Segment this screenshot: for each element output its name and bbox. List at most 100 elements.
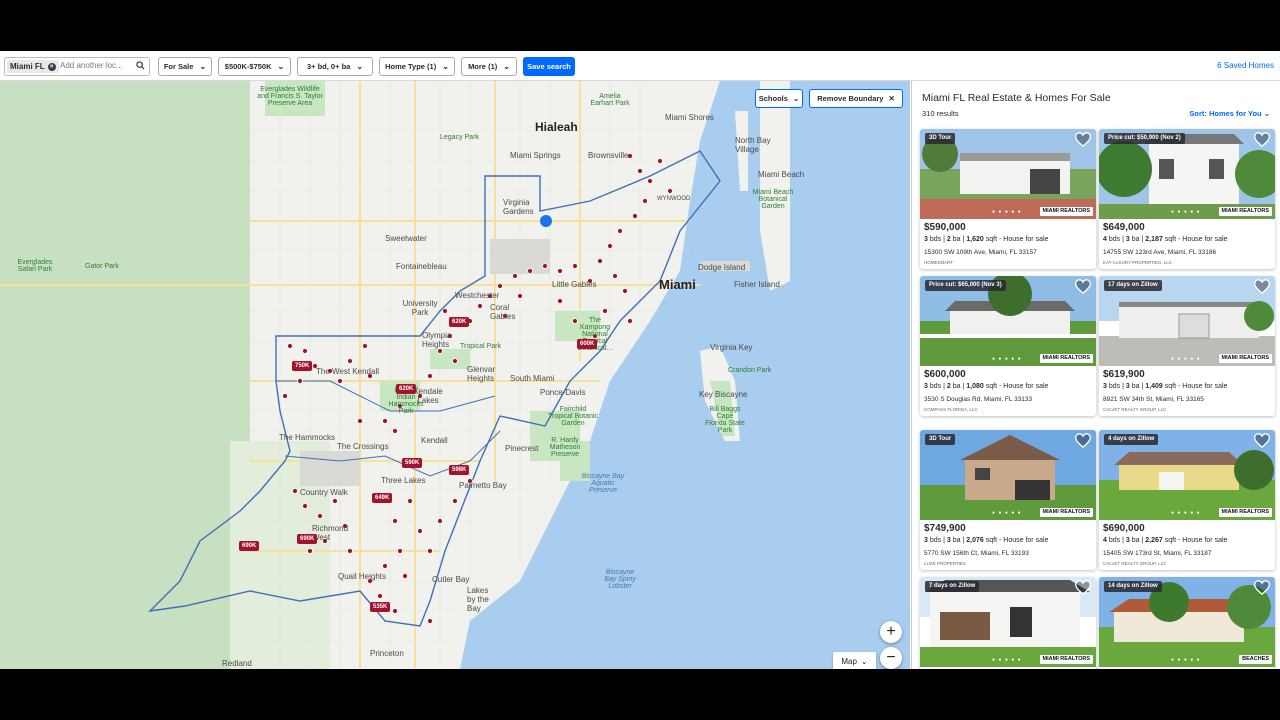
listing-price: $649,000	[1103, 222, 1145, 233]
price-pin[interactable]: 750K	[292, 361, 313, 371]
saved-homes-link[interactable]: 6 Saved Homes	[1217, 61, 1274, 70]
heart-icon[interactable]	[1254, 580, 1270, 595]
map-label: Country Walk	[300, 488, 348, 497]
remove-chip-icon[interactable]: ×	[47, 62, 56, 71]
location-input[interactable]: Add another loc...	[60, 61, 123, 70]
sort-dropdown[interactable]: Sort: Homes for You ⌄	[1189, 109, 1270, 118]
price-filter[interactable]: $500K-$750K ⌄	[218, 57, 291, 76]
heart-icon[interactable]	[1075, 132, 1091, 147]
map-label: Redland	[222, 659, 252, 668]
listing-badge: 17 days on Zillow	[1104, 280, 1162, 291]
listing-address[interactable]: 15405 SW 173rd St, Miami, FL 33187	[1103, 550, 1212, 557]
park-label: Legacy Park	[440, 134, 479, 141]
zoom-in-button[interactable]: +	[880, 621, 902, 643]
heart-icon[interactable]	[1254, 279, 1270, 294]
park-label: Fairchild Tropical Botanic Garden	[548, 406, 598, 427]
more-filter[interactable]: More (1) ⌄	[461, 57, 517, 76]
photo-dots: ● ● ● ● ●	[1171, 209, 1201, 215]
map-type-selector[interactable]: Map ⌄	[833, 652, 876, 669]
chevron-down-icon: ⌄	[503, 62, 510, 71]
map-label: Hialeah	[535, 120, 578, 134]
search-icon[interactable]	[136, 61, 145, 72]
heart-icon[interactable]	[1075, 279, 1091, 294]
heart-icon[interactable]	[1254, 433, 1270, 448]
listing-broker: HOMESMART	[924, 260, 954, 265]
location-chip[interactable]: Miami FL ×	[7, 60, 59, 73]
map-view[interactable]: Hialeah Miami Miami Shores North Bay Vil…	[0, 81, 910, 669]
listing-address[interactable]: 8921 SW 34th St, Miami, FL 33165	[1103, 396, 1204, 403]
listing-address[interactable]: 3530 S Douglas Rd, Miami, FL 33133	[924, 396, 1032, 403]
listing-meta: 4 bds | 3 ba | 2,267 sqft - House for sa…	[1103, 537, 1228, 544]
map-label: South Miami	[510, 374, 555, 383]
listing-card[interactable]: 7 days on Zillow ● ● ● ● ● MIAMI REALTOR…	[920, 577, 1096, 669]
park-label: Crandon Park	[728, 367, 772, 374]
listing-badge: 3D Tour	[925, 434, 956, 445]
listing-photo[interactable]: 7 days on Zillow ● ● ● ● ● MIAMI REALTOR…	[920, 577, 1096, 667]
listing-price: $600,000	[924, 369, 966, 380]
listing-card[interactable]: 14 days on Zillow ● ● ● ● ● BEACHES	[1099, 577, 1275, 669]
map-label: Key Biscayne	[699, 390, 748, 399]
map-label: Three Lakes	[381, 476, 426, 485]
zoom-out-button[interactable]: −	[880, 647, 902, 669]
home-type-filter[interactable]: Home Type (1) ⌄	[379, 57, 455, 76]
results-panel: Miami FL Real Estate & Homes For Sale 31…	[911, 81, 1280, 669]
map-label: The Hammocks	[279, 433, 336, 442]
listing-card[interactable]: 4 days on Zillow ● ● ● ● ● MIAMI REALTOR…	[1099, 430, 1275, 570]
price-pin[interactable]: 598K	[449, 465, 470, 475]
chevron-down-icon: ⌄	[277, 62, 285, 71]
price-pin[interactable]: 535K	[370, 602, 391, 612]
chevron-down-icon: ⌄	[442, 62, 449, 71]
listing-photo[interactable]: 14 days on Zillow ● ● ● ● ● BEACHES	[1099, 577, 1275, 667]
chevron-down-icon: ⌄	[1263, 109, 1270, 118]
map-label: Westchester	[455, 291, 500, 300]
photo-dots: ● ● ● ● ●	[992, 510, 1022, 516]
listing-price: $619,900	[1103, 369, 1145, 380]
listing-meta: 4 bds | 3 ba | 2,187 sqft - House for sa…	[1103, 236, 1228, 243]
beds-baths-filter[interactable]: 3+ bd, 0+ ba ⌄	[297, 57, 373, 76]
listing-photo[interactable]: 17 days on Zillow ● ● ● ● ● MIAMI REALTO…	[1099, 276, 1275, 366]
filter-label: $500K-$750K	[224, 62, 272, 71]
water-label: Biscayne Bay Aquatic Preserve	[581, 473, 625, 494]
listing-photo[interactable]: 4 days on Zillow ● ● ● ● ● MIAMI REALTOR…	[1099, 430, 1275, 520]
price-pin[interactable]: 620K	[449, 317, 470, 327]
map-label: Olympia Heights	[422, 331, 452, 349]
photo-dots: ● ● ● ● ●	[1171, 356, 1201, 362]
filter-label: Home Type (1)	[385, 62, 437, 71]
listing-photo[interactable]: Price cut: $50,900 (Nov 2) ● ● ● ● ● MIA…	[1099, 129, 1275, 219]
heart-icon[interactable]	[1254, 132, 1270, 147]
price-pin[interactable]: 649K	[372, 493, 393, 503]
listing-address[interactable]: 5770 SW 156th Ct, Miami, FL 33193	[924, 550, 1029, 557]
heart-icon[interactable]	[1075, 580, 1091, 595]
listing-address[interactable]: 14755 SW 123rd Ave, Miami, FL 33186	[1103, 249, 1216, 256]
map-label: WYNWOOD	[657, 196, 691, 202]
water-label: Biscayne Bay Spiny Lobster	[604, 569, 636, 590]
map-label: University Park	[402, 299, 438, 317]
save-search-button[interactable]: Save search	[523, 57, 575, 76]
listing-address[interactable]: 15300 SW 109th Ave, Miami, FL 33157	[924, 249, 1037, 256]
listing-card[interactable]: Price cut: $65,000 (Nov 3) ● ● ● ● ● MIA…	[920, 276, 1096, 416]
location-chip-label: Miami FL	[10, 62, 45, 71]
map-type-label: Map	[841, 656, 857, 666]
listing-card[interactable]: 3D Tour ● ● ● ● ● MIAMI REALTORS $590,00…	[920, 129, 1096, 269]
for-sale-filter[interactable]: For Sale ⌄	[158, 57, 212, 76]
brand-logo: MIAMI REALTORS	[1039, 354, 1093, 363]
map-label: Virginia Gardens	[503, 198, 534, 216]
map-label: Cutler Bay	[432, 575, 470, 584]
heart-icon[interactable]	[1075, 433, 1091, 448]
price-pin[interactable]: 590K	[402, 458, 423, 468]
price-pin[interactable]: 600K	[577, 339, 598, 349]
listing-card[interactable]: Price cut: $50,900 (Nov 2) ● ● ● ● ● MIA…	[1099, 129, 1275, 269]
remove-boundary-button[interactable]: Remove Boundary ✕	[809, 89, 903, 108]
price-pin[interactable]: 690K	[297, 534, 318, 544]
listing-photo[interactable]: 3D Tour ● ● ● ● ● MIAMI REALTORS	[920, 129, 1096, 219]
schools-toggle[interactable]: Schools ⌄	[755, 89, 803, 108]
listing-photo[interactable]: Price cut: $65,000 (Nov 3) ● ● ● ● ● MIA…	[920, 276, 1096, 366]
map-label: Miami Shores	[665, 113, 714, 122]
listing-broker: CALVET REALTY GROUP, LLC	[1103, 407, 1167, 412]
price-pin[interactable]: 620K	[396, 384, 417, 394]
listing-card[interactable]: 17 days on Zillow ● ● ● ● ● MIAMI REALTO…	[1099, 276, 1275, 416]
listing-photo[interactable]: 3D Tour ● ● ● ● ● MIAMI REALTORS	[920, 430, 1096, 520]
location-search-box[interactable]: Miami FL × Add another loc...	[4, 57, 150, 76]
price-pin[interactable]: 690K	[239, 541, 260, 551]
listing-card[interactable]: 3D Tour ● ● ● ● ● MIAMI REALTORS $749,90…	[920, 430, 1096, 570]
